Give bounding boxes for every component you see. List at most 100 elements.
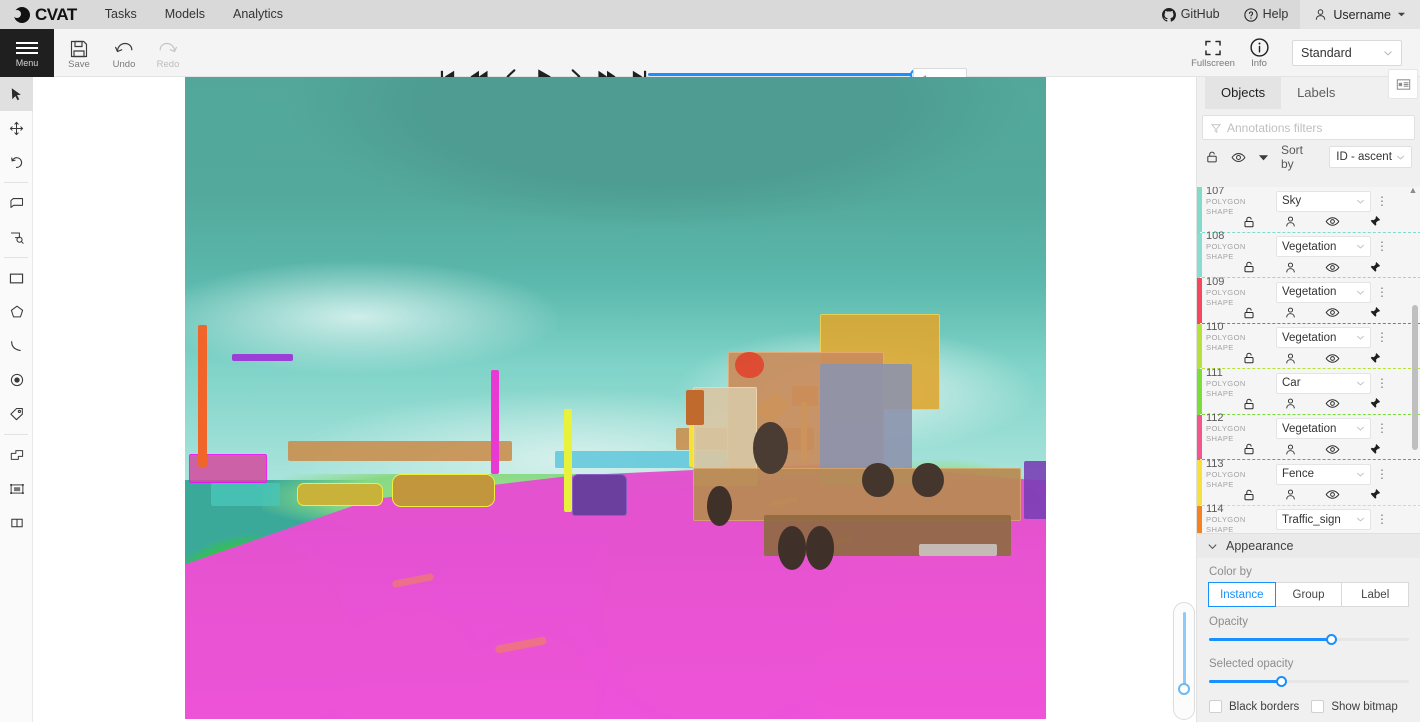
github-link[interactable]: GitHub	[1150, 0, 1232, 29]
merge-tool[interactable]	[0, 506, 33, 540]
object-row[interactable]: 107POLYGON SHAPESky⋮	[1197, 187, 1420, 233]
selected-opacity-slider-knob[interactable]	[1276, 676, 1287, 687]
object-label-select[interactable]: Vegetation	[1276, 236, 1371, 257]
object-pin-icon[interactable]	[1368, 352, 1381, 365]
tab-objects[interactable]: Objects	[1205, 77, 1281, 109]
nav-analytics[interactable]: Analytics	[219, 0, 297, 29]
move-image-tool[interactable]	[0, 111, 33, 145]
object-hide-icon[interactable]	[1325, 351, 1340, 366]
rotate-tool[interactable]	[0, 145, 33, 179]
appearance-header[interactable]: Appearance	[1197, 534, 1420, 558]
show-bitmap-checkbox[interactable]	[1311, 700, 1324, 713]
object-label-select[interactable]: Vegetation	[1276, 282, 1371, 303]
object-row[interactable]: 113POLYGON SHAPEFence⋮	[1197, 460, 1420, 506]
object-hide-icon[interactable]	[1325, 442, 1340, 457]
draw-tag-tool[interactable]	[0, 397, 33, 431]
annotation-canvas[interactable]: +	[33, 77, 1196, 722]
object-occluded-icon[interactable]	[1284, 397, 1297, 410]
object-row[interactable]: 112POLYGON SHAPEVegetation⋮	[1197, 415, 1420, 461]
draw-polyline-tool[interactable]	[0, 329, 33, 363]
undo-button[interactable]: Undo	[101, 33, 147, 75]
opacity-slider[interactable]	[1209, 632, 1409, 648]
annotated-image[interactable]	[185, 77, 1046, 719]
color-by-label-option[interactable]: Label	[1341, 582, 1409, 607]
object-menu-button[interactable]: ⋮	[1374, 423, 1390, 434]
object-label-select[interactable]: Vegetation	[1276, 327, 1371, 348]
object-lock-icon[interactable]	[1242, 260, 1256, 274]
user-menu[interactable]: Username	[1300, 0, 1420, 29]
collapse-sidebar-button[interactable]	[1388, 69, 1418, 99]
object-row[interactable]: 109POLYGON SHAPEVegetation⋮	[1197, 278, 1420, 324]
object-menu-button[interactable]: ⋮	[1374, 469, 1390, 480]
object-hide-icon[interactable]	[1325, 487, 1340, 502]
object-pin-icon[interactable]	[1368, 261, 1381, 274]
object-pin-icon[interactable]	[1368, 488, 1381, 501]
object-label-select[interactable]: Traffic_sign	[1276, 509, 1371, 530]
object-pin-icon[interactable]	[1368, 397, 1381, 410]
object-menu-button[interactable]: ⋮	[1374, 378, 1390, 389]
draw-rectangle-tool[interactable]	[0, 261, 33, 295]
redo-button[interactable]: Redo	[145, 33, 191, 75]
object-menu-button[interactable]: ⋮	[1374, 241, 1390, 252]
select-region-tool[interactable]	[0, 220, 33, 254]
tab-labels[interactable]: Labels	[1281, 77, 1351, 109]
object-occluded-icon[interactable]	[1284, 306, 1297, 319]
object-row[interactable]: 111POLYGON SHAPECar⋮	[1197, 369, 1420, 415]
canvas-zoom-slider[interactable]	[1173, 602, 1195, 720]
object-lock-icon[interactable]	[1242, 442, 1256, 456]
object-row[interactable]: 108POLYGON SHAPEVegetation⋮	[1197, 233, 1420, 279]
object-occluded-icon[interactable]	[1284, 261, 1297, 274]
object-hide-icon[interactable]	[1325, 396, 1340, 411]
black-borders-checkbox[interactable]	[1209, 700, 1222, 713]
color-by-instance-option[interactable]: Instance	[1208, 582, 1276, 607]
fit-image-tool[interactable]	[0, 186, 33, 220]
draw-polygon-tool[interactable]	[0, 295, 33, 329]
workspace-select[interactable]: Standard	[1292, 40, 1402, 66]
help-link[interactable]: Help	[1232, 0, 1301, 29]
fullscreen-button[interactable]: Fullscreen	[1190, 32, 1236, 74]
annotations-filter-input[interactable]: Annotations filters	[1202, 115, 1415, 140]
zoom-slider-knob[interactable]	[1178, 683, 1190, 695]
object-pin-icon[interactable]	[1368, 215, 1381, 228]
object-occluded-icon[interactable]	[1284, 443, 1297, 456]
draw-points-tool[interactable]	[0, 363, 33, 397]
object-lock-icon[interactable]	[1242, 397, 1256, 411]
sort-by-select[interactable]: ID - ascent	[1329, 146, 1412, 168]
opacity-slider-knob[interactable]	[1326, 634, 1337, 645]
expand-all-icon[interactable]	[1258, 152, 1269, 163]
object-menu-button[interactable]: ⋮	[1374, 196, 1390, 207]
menu-button[interactable]: Menu	[0, 29, 54, 77]
nav-tasks[interactable]: Tasks	[91, 0, 151, 29]
object-label-select[interactable]: Car	[1276, 373, 1371, 394]
object-pin-icon[interactable]	[1368, 306, 1381, 319]
object-row[interactable]: 110POLYGON SHAPEVegetation⋮	[1197, 324, 1420, 370]
object-hide-icon[interactable]	[1325, 305, 1340, 320]
selected-opacity-slider[interactable]	[1209, 674, 1409, 690]
nav-models[interactable]: Models	[151, 0, 219, 29]
object-hide-icon[interactable]	[1325, 260, 1340, 275]
cvat-logo[interactable]: CVAT	[0, 5, 91, 25]
cursor-tool[interactable]	[0, 77, 33, 111]
object-menu-button[interactable]: ⋮	[1374, 332, 1390, 343]
object-lock-icon[interactable]	[1242, 351, 1256, 365]
object-menu-button[interactable]: ⋮	[1374, 514, 1390, 525]
opencv-tool[interactable]	[0, 438, 33, 472]
object-pin-icon[interactable]	[1368, 443, 1381, 456]
object-lock-icon[interactable]	[1242, 306, 1256, 320]
object-label-select[interactable]: Sky	[1276, 191, 1371, 212]
scroll-up-arrow[interactable]: ▲	[1408, 185, 1418, 195]
object-occluded-icon[interactable]	[1284, 352, 1297, 365]
object-lock-icon[interactable]	[1242, 215, 1256, 229]
color-by-group-option[interactable]: Group	[1275, 582, 1343, 607]
object-label-select[interactable]: Fence	[1276, 464, 1371, 485]
lock-all-icon[interactable]	[1205, 150, 1219, 164]
object-menu-button[interactable]: ⋮	[1374, 287, 1390, 298]
object-occluded-icon[interactable]	[1284, 488, 1297, 501]
objects-list-scroll-thumb[interactable]	[1412, 305, 1418, 450]
object-lock-icon[interactable]	[1242, 488, 1256, 502]
object-label-select[interactable]: Vegetation	[1276, 418, 1371, 439]
info-button[interactable]: Info	[1236, 32, 1282, 74]
ai-tools[interactable]	[0, 472, 33, 506]
object-hide-icon[interactable]	[1325, 214, 1340, 229]
object-occluded-icon[interactable]	[1284, 215, 1297, 228]
